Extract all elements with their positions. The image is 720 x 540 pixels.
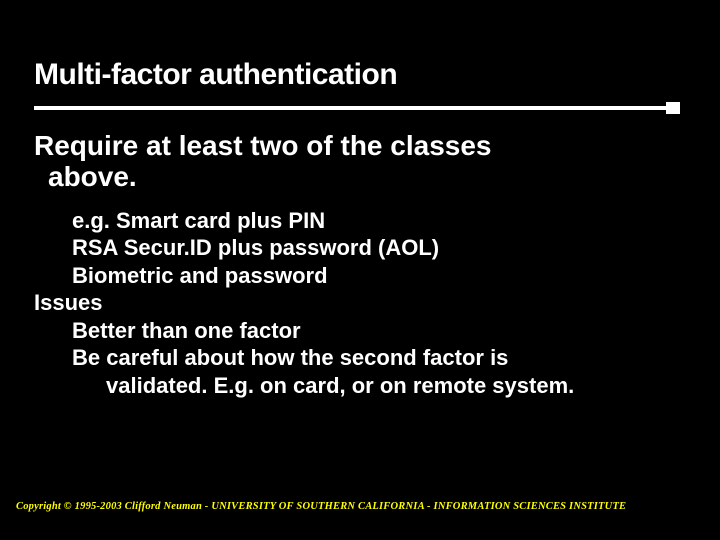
slide: Multi-factor authentication Require at l… [0, 0, 720, 540]
lead-line-1: Require at least two of the classes [34, 130, 686, 161]
title-block: Multi-factor authentication [34, 58, 680, 112]
bullet-rsa: RSA Secur.ID plus password (AOL) [34, 234, 686, 262]
bullet-biometric: Biometric and password [34, 262, 686, 290]
bullet-smart-card: e.g. Smart card plus PIN [34, 207, 686, 235]
rule-line [34, 106, 680, 110]
bullet-issues: Issues [34, 289, 686, 317]
slide-body: Require at least two of the classes abov… [34, 130, 686, 399]
lead-line-2: above. [34, 161, 686, 192]
copyright-footer: Copyright © 1995-2003 Clifford Neuman - … [16, 501, 626, 512]
lead-text: Require at least two of the classes abov… [34, 130, 686, 193]
bullet-careful-2: validated. E.g. on card, or on remote sy… [34, 372, 686, 400]
bullet-list: e.g. Smart card plus PIN RSA Secur.ID pl… [34, 207, 686, 400]
title-rule [34, 106, 680, 112]
bullet-better: Better than one factor [34, 317, 686, 345]
slide-title: Multi-factor authentication [34, 58, 680, 106]
bullet-careful-1: Be careful about how the second factor i… [34, 344, 686, 372]
rule-notch-icon [666, 102, 680, 114]
